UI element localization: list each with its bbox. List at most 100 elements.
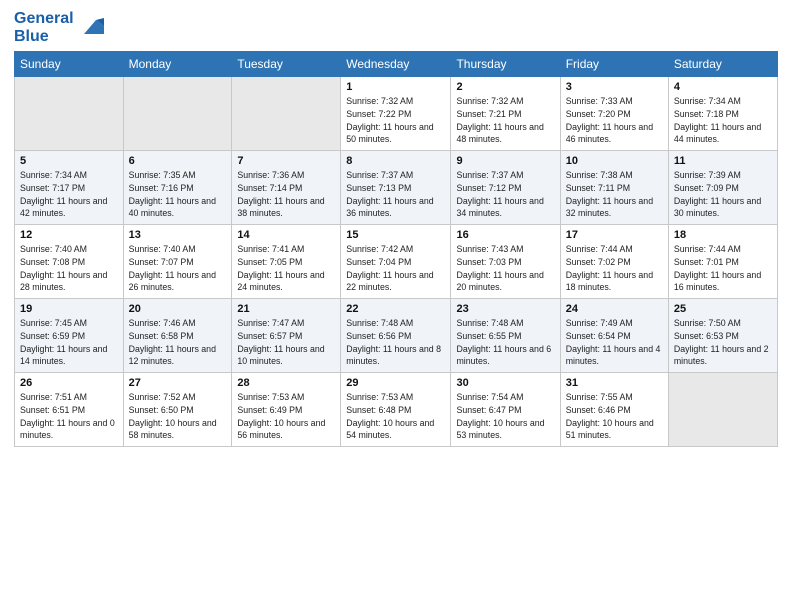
day-info: Sunrise: 7:48 AM Sunset: 6:56 PM Dayligh… [346, 317, 445, 368]
day-number: 3 [566, 81, 663, 93]
calendar-cell: 2 Sunrise: 7:32 AM Sunset: 7:21 PM Dayli… [451, 77, 560, 151]
calendar-cell: 15 Sunrise: 7:42 AM Sunset: 7:04 PM Dayl… [341, 225, 451, 299]
day-number: 13 [129, 229, 227, 241]
day-number: 2 [456, 81, 554, 93]
calendar-cell: 30 Sunrise: 7:54 AM Sunset: 6:47 PM Dayl… [451, 373, 560, 447]
day-number: 10 [566, 155, 663, 167]
calendar-cell: 1 Sunrise: 7:32 AM Sunset: 7:22 PM Dayli… [341, 77, 451, 151]
calendar-cell: 26 Sunrise: 7:51 AM Sunset: 6:51 PM Dayl… [15, 373, 124, 447]
day-number: 11 [674, 155, 772, 167]
calendar-cell: 23 Sunrise: 7:48 AM Sunset: 6:55 PM Dayl… [451, 299, 560, 373]
day-number: 30 [456, 377, 554, 389]
day-info: Sunrise: 7:34 AM Sunset: 7:18 PM Dayligh… [674, 95, 772, 146]
calendar-cell: 31 Sunrise: 7:55 AM Sunset: 6:46 PM Dayl… [560, 373, 668, 447]
calendar-cell [15, 77, 124, 151]
day-info: Sunrise: 7:37 AM Sunset: 7:13 PM Dayligh… [346, 169, 445, 220]
day-number: 15 [346, 229, 445, 241]
day-info: Sunrise: 7:53 AM Sunset: 6:49 PM Dayligh… [237, 391, 335, 442]
day-info: Sunrise: 7:44 AM Sunset: 7:01 PM Dayligh… [674, 243, 772, 294]
day-number: 19 [20, 303, 118, 315]
day-number: 6 [129, 155, 227, 167]
day-number: 24 [566, 303, 663, 315]
calendar-week-2: 5 Sunrise: 7:34 AM Sunset: 7:17 PM Dayli… [15, 151, 778, 225]
day-number: 17 [566, 229, 663, 241]
day-info: Sunrise: 7:44 AM Sunset: 7:02 PM Dayligh… [566, 243, 663, 294]
logo-icon [76, 12, 108, 44]
day-number: 9 [456, 155, 554, 167]
calendar-cell: 3 Sunrise: 7:33 AM Sunset: 7:20 PM Dayli… [560, 77, 668, 151]
calendar-header-row: SundayMondayTuesdayWednesdayThursdayFrid… [15, 52, 778, 77]
day-info: Sunrise: 7:50 AM Sunset: 6:53 PM Dayligh… [674, 317, 772, 368]
day-info: Sunrise: 7:41 AM Sunset: 7:05 PM Dayligh… [237, 243, 335, 294]
calendar-cell: 4 Sunrise: 7:34 AM Sunset: 7:18 PM Dayli… [668, 77, 777, 151]
col-header-sunday: Sunday [15, 52, 124, 77]
day-info: Sunrise: 7:43 AM Sunset: 7:03 PM Dayligh… [456, 243, 554, 294]
day-info: Sunrise: 7:32 AM Sunset: 7:21 PM Dayligh… [456, 95, 554, 146]
day-info: Sunrise: 7:36 AM Sunset: 7:14 PM Dayligh… [237, 169, 335, 220]
col-header-thursday: Thursday [451, 52, 560, 77]
day-info: Sunrise: 7:33 AM Sunset: 7:20 PM Dayligh… [566, 95, 663, 146]
day-info: Sunrise: 7:35 AM Sunset: 7:16 PM Dayligh… [129, 169, 227, 220]
day-number: 21 [237, 303, 335, 315]
calendar-cell: 9 Sunrise: 7:37 AM Sunset: 7:12 PM Dayli… [451, 151, 560, 225]
calendar-cell: 29 Sunrise: 7:53 AM Sunset: 6:48 PM Dayl… [341, 373, 451, 447]
calendar-cell: 20 Sunrise: 7:46 AM Sunset: 6:58 PM Dayl… [123, 299, 232, 373]
calendar-cell: 8 Sunrise: 7:37 AM Sunset: 7:13 PM Dayli… [341, 151, 451, 225]
day-number: 20 [129, 303, 227, 315]
col-header-wednesday: Wednesday [341, 52, 451, 77]
day-info: Sunrise: 7:32 AM Sunset: 7:22 PM Dayligh… [346, 95, 445, 146]
calendar-cell: 19 Sunrise: 7:45 AM Sunset: 6:59 PM Dayl… [15, 299, 124, 373]
calendar-cell: 14 Sunrise: 7:41 AM Sunset: 7:05 PM Dayl… [232, 225, 341, 299]
day-info: Sunrise: 7:52 AM Sunset: 6:50 PM Dayligh… [129, 391, 227, 442]
day-info: Sunrise: 7:46 AM Sunset: 6:58 PM Dayligh… [129, 317, 227, 368]
day-number: 23 [456, 303, 554, 315]
day-info: Sunrise: 7:47 AM Sunset: 6:57 PM Dayligh… [237, 317, 335, 368]
day-number: 18 [674, 229, 772, 241]
calendar-cell: 13 Sunrise: 7:40 AM Sunset: 7:07 PM Dayl… [123, 225, 232, 299]
day-number: 26 [20, 377, 118, 389]
day-number: 16 [456, 229, 554, 241]
calendar-cell [123, 77, 232, 151]
day-info: Sunrise: 7:34 AM Sunset: 7:17 PM Dayligh… [20, 169, 118, 220]
calendar-week-4: 19 Sunrise: 7:45 AM Sunset: 6:59 PM Dayl… [15, 299, 778, 373]
day-number: 28 [237, 377, 335, 389]
page-container: General Blue SundayMondayTuesdayWednesda… [0, 0, 792, 455]
day-info: Sunrise: 7:40 AM Sunset: 7:08 PM Dayligh… [20, 243, 118, 294]
col-header-tuesday: Tuesday [232, 52, 341, 77]
calendar-cell [232, 77, 341, 151]
calendar-table: SundayMondayTuesdayWednesdayThursdayFrid… [14, 51, 778, 447]
day-number: 4 [674, 81, 772, 93]
day-number: 29 [346, 377, 445, 389]
day-info: Sunrise: 7:49 AM Sunset: 6:54 PM Dayligh… [566, 317, 663, 368]
calendar-cell: 7 Sunrise: 7:36 AM Sunset: 7:14 PM Dayli… [232, 151, 341, 225]
calendar-cell [668, 373, 777, 447]
logo-blue: Blue [14, 28, 49, 45]
day-info: Sunrise: 7:38 AM Sunset: 7:11 PM Dayligh… [566, 169, 663, 220]
col-header-saturday: Saturday [668, 52, 777, 77]
day-number: 1 [346, 81, 445, 93]
day-info: Sunrise: 7:51 AM Sunset: 6:51 PM Dayligh… [20, 391, 118, 442]
logo-general: General [14, 10, 74, 27]
day-number: 8 [346, 155, 445, 167]
day-number: 14 [237, 229, 335, 241]
calendar-cell: 21 Sunrise: 7:47 AM Sunset: 6:57 PM Dayl… [232, 299, 341, 373]
day-info: Sunrise: 7:42 AM Sunset: 7:04 PM Dayligh… [346, 243, 445, 294]
calendar-week-1: 1 Sunrise: 7:32 AM Sunset: 7:22 PM Dayli… [15, 77, 778, 151]
day-number: 12 [20, 229, 118, 241]
day-number: 31 [566, 377, 663, 389]
calendar-cell: 12 Sunrise: 7:40 AM Sunset: 7:08 PM Dayl… [15, 225, 124, 299]
calendar-cell: 6 Sunrise: 7:35 AM Sunset: 7:16 PM Dayli… [123, 151, 232, 225]
day-info: Sunrise: 7:54 AM Sunset: 6:47 PM Dayligh… [456, 391, 554, 442]
logo: General Blue [14, 10, 108, 45]
calendar-body: 1 Sunrise: 7:32 AM Sunset: 7:22 PM Dayli… [15, 77, 778, 447]
calendar-cell: 17 Sunrise: 7:44 AM Sunset: 7:02 PM Dayl… [560, 225, 668, 299]
day-number: 27 [129, 377, 227, 389]
calendar-cell: 10 Sunrise: 7:38 AM Sunset: 7:11 PM Dayl… [560, 151, 668, 225]
calendar-cell: 27 Sunrise: 7:52 AM Sunset: 6:50 PM Dayl… [123, 373, 232, 447]
day-info: Sunrise: 7:39 AM Sunset: 7:09 PM Dayligh… [674, 169, 772, 220]
calendar-cell: 25 Sunrise: 7:50 AM Sunset: 6:53 PM Dayl… [668, 299, 777, 373]
calendar-cell: 16 Sunrise: 7:43 AM Sunset: 7:03 PM Dayl… [451, 225, 560, 299]
day-info: Sunrise: 7:45 AM Sunset: 6:59 PM Dayligh… [20, 317, 118, 368]
calendar-cell: 28 Sunrise: 7:53 AM Sunset: 6:49 PM Dayl… [232, 373, 341, 447]
day-number: 5 [20, 155, 118, 167]
